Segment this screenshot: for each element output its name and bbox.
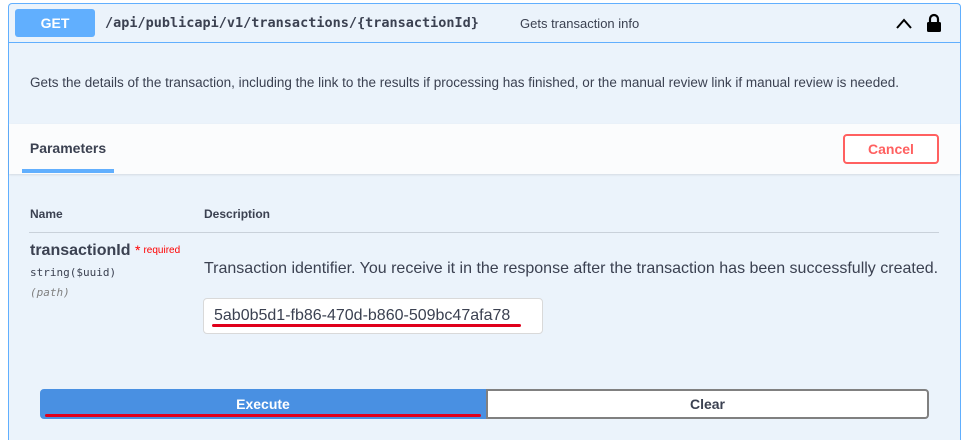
operation-summary-text: Gets transaction info: [520, 16, 640, 31]
column-header-description: Description: [204, 207, 271, 221]
http-method-badge: GET: [15, 9, 95, 37]
transaction-id-input[interactable]: [203, 298, 543, 334]
active-tab-indicator: [22, 169, 114, 173]
annotation-underline-input: [212, 324, 521, 327]
clear-button[interactable]: Clear: [486, 389, 929, 419]
lock-icon[interactable]: [926, 13, 942, 33]
cancel-button[interactable]: Cancel: [843, 134, 939, 164]
required-asterisk: *: [135, 242, 141, 258]
column-header-name: Name: [30, 207, 63, 221]
operation-description: Gets the details of the transaction, inc…: [30, 75, 899, 90]
parameter-name: transactionId: [30, 242, 131, 259]
operation-summary[interactable]: GET /api/publicapi/v1/transactions/{tran…: [9, 4, 960, 43]
chevron-up-icon[interactable]: [895, 15, 913, 31]
parameter-type: string($uuid): [30, 266, 117, 279]
parameter-description: Transaction identifier. You receive it i…: [204, 260, 939, 277]
endpoint-path: /api/publicapi/v1/transactions/{transact…: [105, 15, 479, 31]
operation-block: GET /api/publicapi/v1/transactions/{tran…: [8, 3, 961, 440]
parameters-section-header: Parameters Cancel: [9, 124, 960, 174]
required-label: required: [143, 245, 181, 256]
header-divider: [29, 232, 939, 233]
required-marker: * required: [135, 242, 180, 258]
parameter-location: (path): [30, 286, 70, 299]
tab-parameters[interactable]: Parameters: [22, 124, 114, 172]
annotation-underline-execute: [45, 414, 481, 417]
